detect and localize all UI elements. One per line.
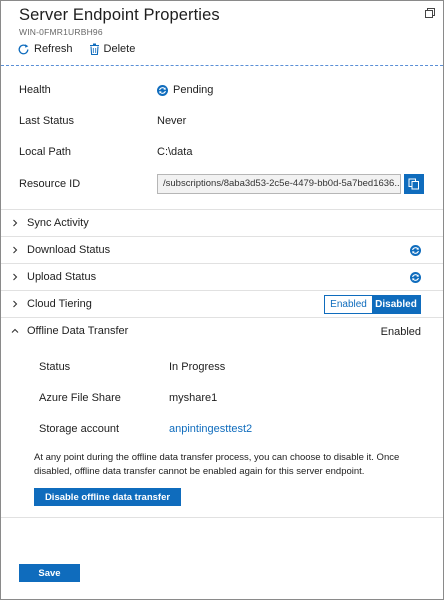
download-status-label: Download Status <box>27 244 111 256</box>
resource-id-field[interactable]: /subscriptions/8aba3d53-2c5e-4479-bb0d-5… <box>157 174 401 194</box>
offline-transfer-note: At any point during the offline data tra… <box>34 452 400 477</box>
health-row: Health Pending <box>19 80 425 100</box>
copy-icon <box>408 178 419 190</box>
save-button[interactable]: Save <box>19 564 80 582</box>
storage-account-link[interactable]: anpintingesttest2 <box>169 423 252 435</box>
section-upload-status[interactable]: Upload Status <box>1 263 443 290</box>
resource-id-label: Resource ID <box>19 178 81 190</box>
sync-activity-label: Sync Activity <box>27 217 89 229</box>
odt-status-label: Status <box>39 361 71 373</box>
last-status-value: Never <box>157 115 187 127</box>
disable-offline-transfer-button[interactable]: Disable offline data transfer <box>34 488 181 506</box>
odt-share-label: Azure File Share <box>39 392 121 404</box>
refresh-label: Refresh <box>34 43 73 55</box>
odt-storage-label: Storage account <box>39 423 120 435</box>
refresh-button[interactable]: Refresh <box>17 43 73 56</box>
sync-icon <box>410 272 421 283</box>
command-bar: Refresh Delete <box>17 41 135 57</box>
panel-header: Server Endpoint Properties WIN-0FMR1URBH… <box>19 6 415 37</box>
odt-status-value: In Progress <box>169 361 226 373</box>
footer-divider <box>1 517 443 518</box>
delete-label: Delete <box>103 43 136 55</box>
page-title: Server Endpoint Properties <box>19 6 220 24</box>
cloud-tiering-toggle: Enabled Disabled <box>324 295 421 314</box>
local-path-row: Local Path C:\data <box>19 142 425 162</box>
odt-status-row: Status In Progress <box>39 358 225 376</box>
local-path-value: C:\data <box>157 146 193 158</box>
section-download-status[interactable]: Download Status <box>1 236 443 263</box>
server-name: WIN-0FMR1URBH96 <box>19 27 103 37</box>
odt-share-value: myshare1 <box>169 392 218 404</box>
delete-button[interactable]: Delete <box>89 43 136 55</box>
refresh-icon <box>18 43 29 54</box>
restore-window-icon[interactable] <box>425 8 435 18</box>
trash-icon <box>89 43 99 55</box>
chevron-down-icon <box>9 325 21 337</box>
chevron-right-icon <box>9 217 21 229</box>
odt-share-row: Azure File Share myshare1 <box>39 389 217 407</box>
copy-to-clipboard-button[interactable] <box>404 174 424 194</box>
server-endpoint-properties-panel: Server Endpoint Properties WIN-0FMR1URBH… <box>0 0 444 600</box>
sync-icon <box>410 245 421 256</box>
upload-status-label: Upload Status <box>27 271 97 283</box>
offline-data-transfer-status: Enabled <box>380 325 421 338</box>
chevron-right-icon <box>9 244 21 256</box>
chevron-right-icon <box>9 298 21 310</box>
last-status-row: Last Status Never <box>19 111 425 131</box>
last-status-label: Last Status <box>19 115 75 127</box>
sync-icon <box>157 84 168 96</box>
health-value: Pending <box>173 84 214 96</box>
local-path-label: Local Path <box>19 146 71 158</box>
odt-storage-row: Storage account anpintingesttest2 <box>39 420 252 438</box>
health-label: Health <box>19 84 51 96</box>
toggle-enabled-option[interactable]: Enabled <box>325 296 372 313</box>
chevron-right-icon <box>9 271 21 283</box>
section-offline-data-transfer[interactable]: Offline Data Transfer Enabled <box>1 317 443 344</box>
command-bar-divider <box>1 65 443 66</box>
section-cloud-tiering[interactable]: Cloud Tiering Enabled Disabled <box>1 290 443 317</box>
toggle-disabled-option[interactable]: Disabled <box>372 296 420 313</box>
section-sync-activity[interactable]: Sync Activity <box>1 209 443 236</box>
